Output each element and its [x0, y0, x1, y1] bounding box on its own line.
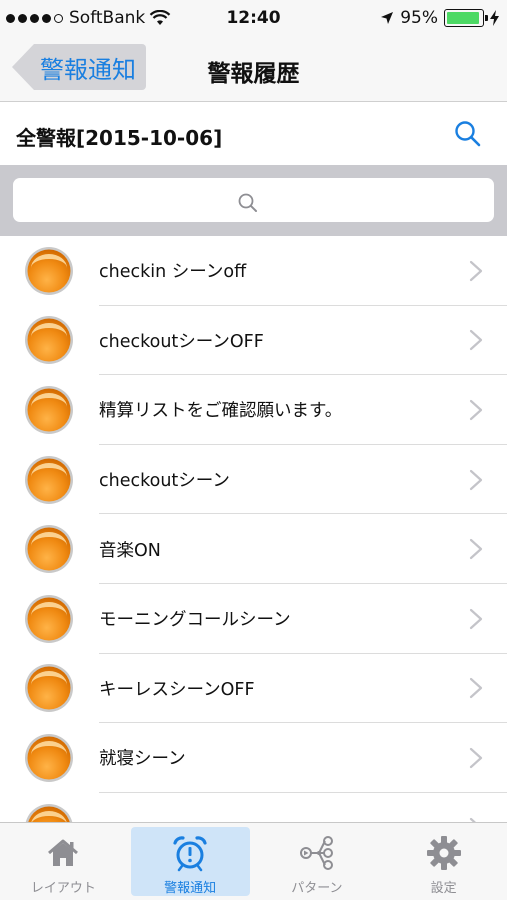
search-icon[interactable] [453, 119, 483, 149]
page-title: 警報履歴 [207, 61, 300, 87]
chevron-right-icon [469, 608, 483, 629]
filter-header: 全警報[2015-10-06] [0, 103, 507, 165]
alert-orb-icon [25, 246, 73, 295]
chevron-right-icon [469, 469, 483, 490]
alert-orb-icon [25, 385, 73, 434]
list-item[interactable] [0, 793, 507, 822]
tab-bar: レイアウト 警報通知 パターン 設定 [0, 822, 507, 900]
list-item[interactable]: 音楽ON [0, 514, 507, 584]
chevron-right-icon [469, 330, 483, 351]
alert-history-list: checkin シーンoff checkoutシーンOFF 精算リストをご確認願… [0, 236, 507, 822]
search-bar [0, 165, 507, 236]
filter-label: 全警報[2015-10-06] [16, 126, 223, 150]
tab-alerts[interactable]: 警報通知 [127, 823, 254, 900]
tab-label: 設定 [430, 881, 457, 896]
tab-layout[interactable]: レイアウト [0, 823, 127, 900]
list-item[interactable]: キーレスシーンOFF [0, 654, 507, 724]
status-right: 95% [380, 8, 499, 28]
status-bar: SoftBank 12:40 95% [0, 0, 507, 36]
home-icon [48, 839, 79, 866]
battery-icon [444, 9, 488, 27]
tab-label: パターン [291, 881, 343, 896]
list-item-label: checkoutシーンOFF [99, 331, 264, 352]
list-item-label: モーニングコールシーン [99, 610, 291, 631]
list-item[interactable]: 精算リストをご確認願います。 [0, 375, 507, 445]
list-item-label: checkoutシーン [99, 471, 230, 492]
alarm-clock-icon [173, 836, 207, 872]
chevron-right-icon [469, 260, 483, 281]
search-input[interactable] [13, 178, 494, 222]
tab-pattern[interactable]: パターン [254, 823, 381, 900]
list-item[interactable]: checkin シーンoff [0, 236, 507, 306]
tab-settings[interactable]: 設定 [380, 823, 507, 900]
alert-orb-icon [25, 803, 73, 822]
alert-orb-icon [25, 525, 73, 574]
gear-icon [426, 836, 461, 870]
location-arrow-icon [381, 12, 394, 24]
list-item[interactable]: 就寝シーン [0, 723, 507, 793]
list-item-label: 就寝シーン [99, 749, 186, 770]
tab-label: レイアウト [30, 881, 96, 896]
list-item[interactable]: checkoutシーンOFF [0, 306, 507, 376]
chevron-right-icon [469, 399, 483, 421]
battery-percent: 95% [400, 8, 438, 28]
pattern-icon [299, 836, 333, 870]
chevron-right-icon [469, 539, 483, 560]
navigation-bar: 警報通知 警報履歴 [0, 36, 507, 102]
list-item-label: キーレスシーンOFF [99, 679, 255, 700]
list-item-label: checkin シーンoff [99, 262, 247, 283]
charging-bolt-icon [490, 10, 499, 26]
list-item[interactable]: checkoutシーン [0, 445, 507, 515]
tab-label: 警報通知 [164, 881, 217, 896]
alert-orb-icon [25, 594, 73, 643]
alert-orb-icon [25, 733, 73, 782]
list-item[interactable]: モーニングコールシーン [0, 584, 507, 654]
chevron-right-icon [469, 747, 483, 769]
list-item-label: 精算リストをご確認願います。 [99, 401, 343, 422]
chevron-right-icon [469, 678, 483, 699]
alert-orb-icon [25, 455, 73, 504]
list-item-label: 音楽ON [99, 540, 161, 561]
alert-orb-icon [25, 316, 73, 365]
alert-orb-icon [25, 664, 73, 713]
